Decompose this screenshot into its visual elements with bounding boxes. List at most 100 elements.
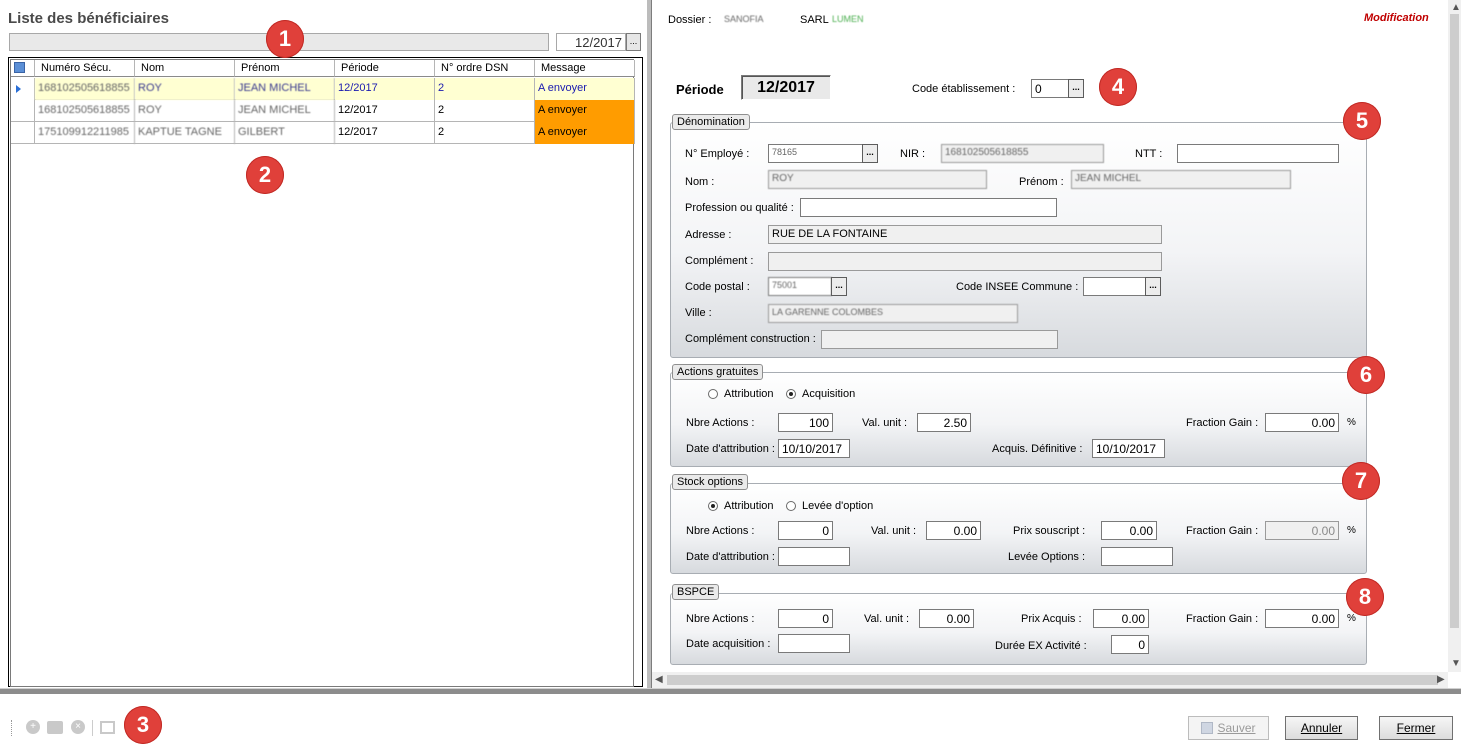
delete-icon[interactable]: ×: [71, 720, 85, 734]
nir-label: NIR :: [900, 148, 926, 160]
prenom-input[interactable]: JEAN MICHEL: [1071, 170, 1291, 189]
nir-input[interactable]: 168102505618855: [941, 144, 1104, 163]
cell-message: A envoyer: [535, 122, 635, 144]
cp-input[interactable]: 75001: [768, 277, 832, 296]
insee-input[interactable]: [1083, 277, 1146, 296]
bspce-group: [670, 593, 1367, 665]
cell-periode: 12/2017: [335, 100, 435, 122]
callout-badge-2: 2: [246, 156, 284, 194]
cell-nom: KAPTUE TAGNE: [135, 122, 235, 144]
actions-nbre-label: Nbre Actions :: [686, 417, 755, 429]
stock-prix-label: Prix souscript :: [1013, 525, 1086, 537]
row-indicator: [11, 122, 35, 144]
cancel-button[interactable]: Annuler: [1285, 716, 1358, 740]
scroll-down-icon[interactable]: ▼: [1451, 658, 1461, 669]
window-icon[interactable]: [100, 721, 115, 734]
complement-input[interactable]: [768, 252, 1162, 271]
save-button[interactable]: Sauver: [1188, 716, 1269, 740]
column-header-prenom[interactable]: Prénom: [235, 60, 335, 77]
callout-badge-6: 6: [1347, 356, 1385, 394]
ville-input[interactable]: LA GARENNE COLOMBES: [768, 304, 1018, 323]
etablissement-picker-button[interactable]: ...: [1068, 79, 1084, 98]
stock-attribution-radio[interactable]: [708, 501, 718, 511]
bspce-prix-input[interactable]: 0.00: [1093, 609, 1149, 628]
table-row[interactable]: 175109912211985 KAPTUE TAGNE GILBERT 12/…: [11, 122, 635, 144]
insee-picker-button[interactable]: ...: [1145, 277, 1161, 296]
bspce-percent-label: %: [1347, 613, 1356, 624]
actions-fraction-label: Fraction Gain :: [1186, 417, 1259, 429]
table-row[interactable]: 168102505618855 ROY JEAN MICHEL 12/2017 …: [11, 100, 635, 122]
cell-prenom: JEAN MICHEL: [235, 78, 335, 100]
scroll-up-icon[interactable]: ▲: [1451, 2, 1461, 13]
cell-message: A envoyer: [535, 100, 635, 122]
actions-acquisition-label[interactable]: Acquisition: [802, 388, 855, 400]
column-header-message[interactable]: Message: [535, 60, 635, 77]
horizontal-scroll-thumb[interactable]: [667, 675, 1438, 685]
callout-badge-3: 3: [124, 706, 162, 744]
period-filter-input[interactable]: 12/2017: [556, 33, 626, 51]
bspce-val-input[interactable]: 0.00: [919, 609, 974, 628]
periode-label: Période: [676, 82, 724, 97]
actions-date-input[interactable]: 10/10/2017: [778, 439, 850, 458]
etablissement-input[interactable]: 0: [1031, 79, 1069, 98]
column-header-periode[interactable]: Période: [335, 60, 435, 77]
ntt-input[interactable]: [1177, 144, 1339, 163]
actions-acquisition-radio[interactable]: [786, 389, 796, 399]
stock-attribution-label[interactable]: Attribution: [724, 500, 774, 512]
cell-prenom: JEAN MICHEL: [235, 100, 335, 122]
stock-levee-label[interactable]: Levée d'option: [802, 500, 873, 512]
actions-attribution-radio[interactable]: [708, 389, 718, 399]
employe-input[interactable]: 78165: [768, 144, 863, 163]
nom-input[interactable]: ROY: [768, 170, 987, 189]
stock-fraction-input[interactable]: 0.00: [1265, 521, 1339, 540]
stock-levee-radio[interactable]: [786, 501, 796, 511]
beneficiaries-grid[interactable]: Numéro Sécu. Nom Prénom Période N° ordre…: [10, 59, 635, 687]
column-header-secu[interactable]: Numéro Sécu.: [35, 60, 135, 77]
dossier-label: Dossier :: [668, 14, 712, 26]
stock-nbre-label: Nbre Actions :: [686, 525, 755, 537]
period-picker-button[interactable]: ...: [626, 33, 641, 51]
bspce-fraction-label: Fraction Gain :: [1186, 613, 1259, 625]
actions-nbre-input[interactable]: 100: [778, 413, 833, 432]
close-button[interactable]: Fermer: [1379, 716, 1453, 740]
cp-picker-button[interactable]: ...: [831, 277, 847, 296]
employe-picker-button[interactable]: ...: [862, 144, 878, 163]
bspce-title: BSPCE: [672, 584, 720, 600]
adresse-input[interactable]: RUE DE LA FONTAINE: [768, 225, 1162, 244]
bspce-duree-input[interactable]: 0: [1111, 635, 1149, 654]
actions-fraction-input[interactable]: 0.00: [1265, 413, 1339, 432]
select-all-header[interactable]: [11, 60, 35, 77]
panel-title: Liste des bénéficiaires: [8, 10, 169, 27]
callout-badge-8: 8: [1346, 578, 1384, 616]
select-all-icon: [14, 62, 25, 73]
stock-date-input[interactable]: [778, 547, 850, 566]
bspce-nbre-input[interactable]: 0: [778, 609, 833, 628]
table-row[interactable]: 168102505618855 ROY JEAN MICHEL 12/2017 …: [11, 78, 635, 100]
bspce-date-input[interactable]: [778, 634, 850, 653]
scroll-left-icon[interactable]: ◀: [655, 674, 663, 685]
cell-prenom: GILBERT: [235, 122, 335, 144]
add-icon[interactable]: +: [26, 720, 40, 734]
actions-val-label: Val. unit :: [862, 417, 908, 429]
cell-nom: ROY: [135, 100, 235, 122]
profession-input[interactable]: [800, 198, 1057, 217]
bspce-duree-label: Durée EX Activité :: [995, 640, 1087, 652]
stock-levee-options-input[interactable]: [1101, 547, 1173, 566]
column-header-ordre[interactable]: N° ordre DSN: [435, 60, 535, 77]
stock-prix-input[interactable]: 0.00: [1101, 521, 1157, 540]
actions-attribution-label[interactable]: Attribution: [724, 388, 774, 400]
column-header-nom[interactable]: Nom: [135, 60, 235, 77]
ntt-label: NTT :: [1135, 148, 1163, 160]
bspce-fraction-input[interactable]: 0.00: [1265, 609, 1339, 628]
stock-nbre-input[interactable]: 0: [778, 521, 833, 540]
cp-label: Code postal :: [685, 281, 750, 293]
actions-val-input[interactable]: 2.50: [917, 413, 971, 432]
vertical-scroll-thumb[interactable]: [1450, 14, 1459, 628]
stock-val-input[interactable]: 0.00: [926, 521, 981, 540]
construction-input[interactable]: [821, 330, 1058, 349]
actions-acquis-input[interactable]: 10/10/2017: [1092, 439, 1165, 458]
scroll-right-icon[interactable]: ▶: [1437, 674, 1445, 685]
comment-icon[interactable]: [47, 721, 63, 734]
stock-val-label: Val. unit :: [871, 525, 917, 537]
dossier-value: SANOFIA: [724, 14, 764, 24]
